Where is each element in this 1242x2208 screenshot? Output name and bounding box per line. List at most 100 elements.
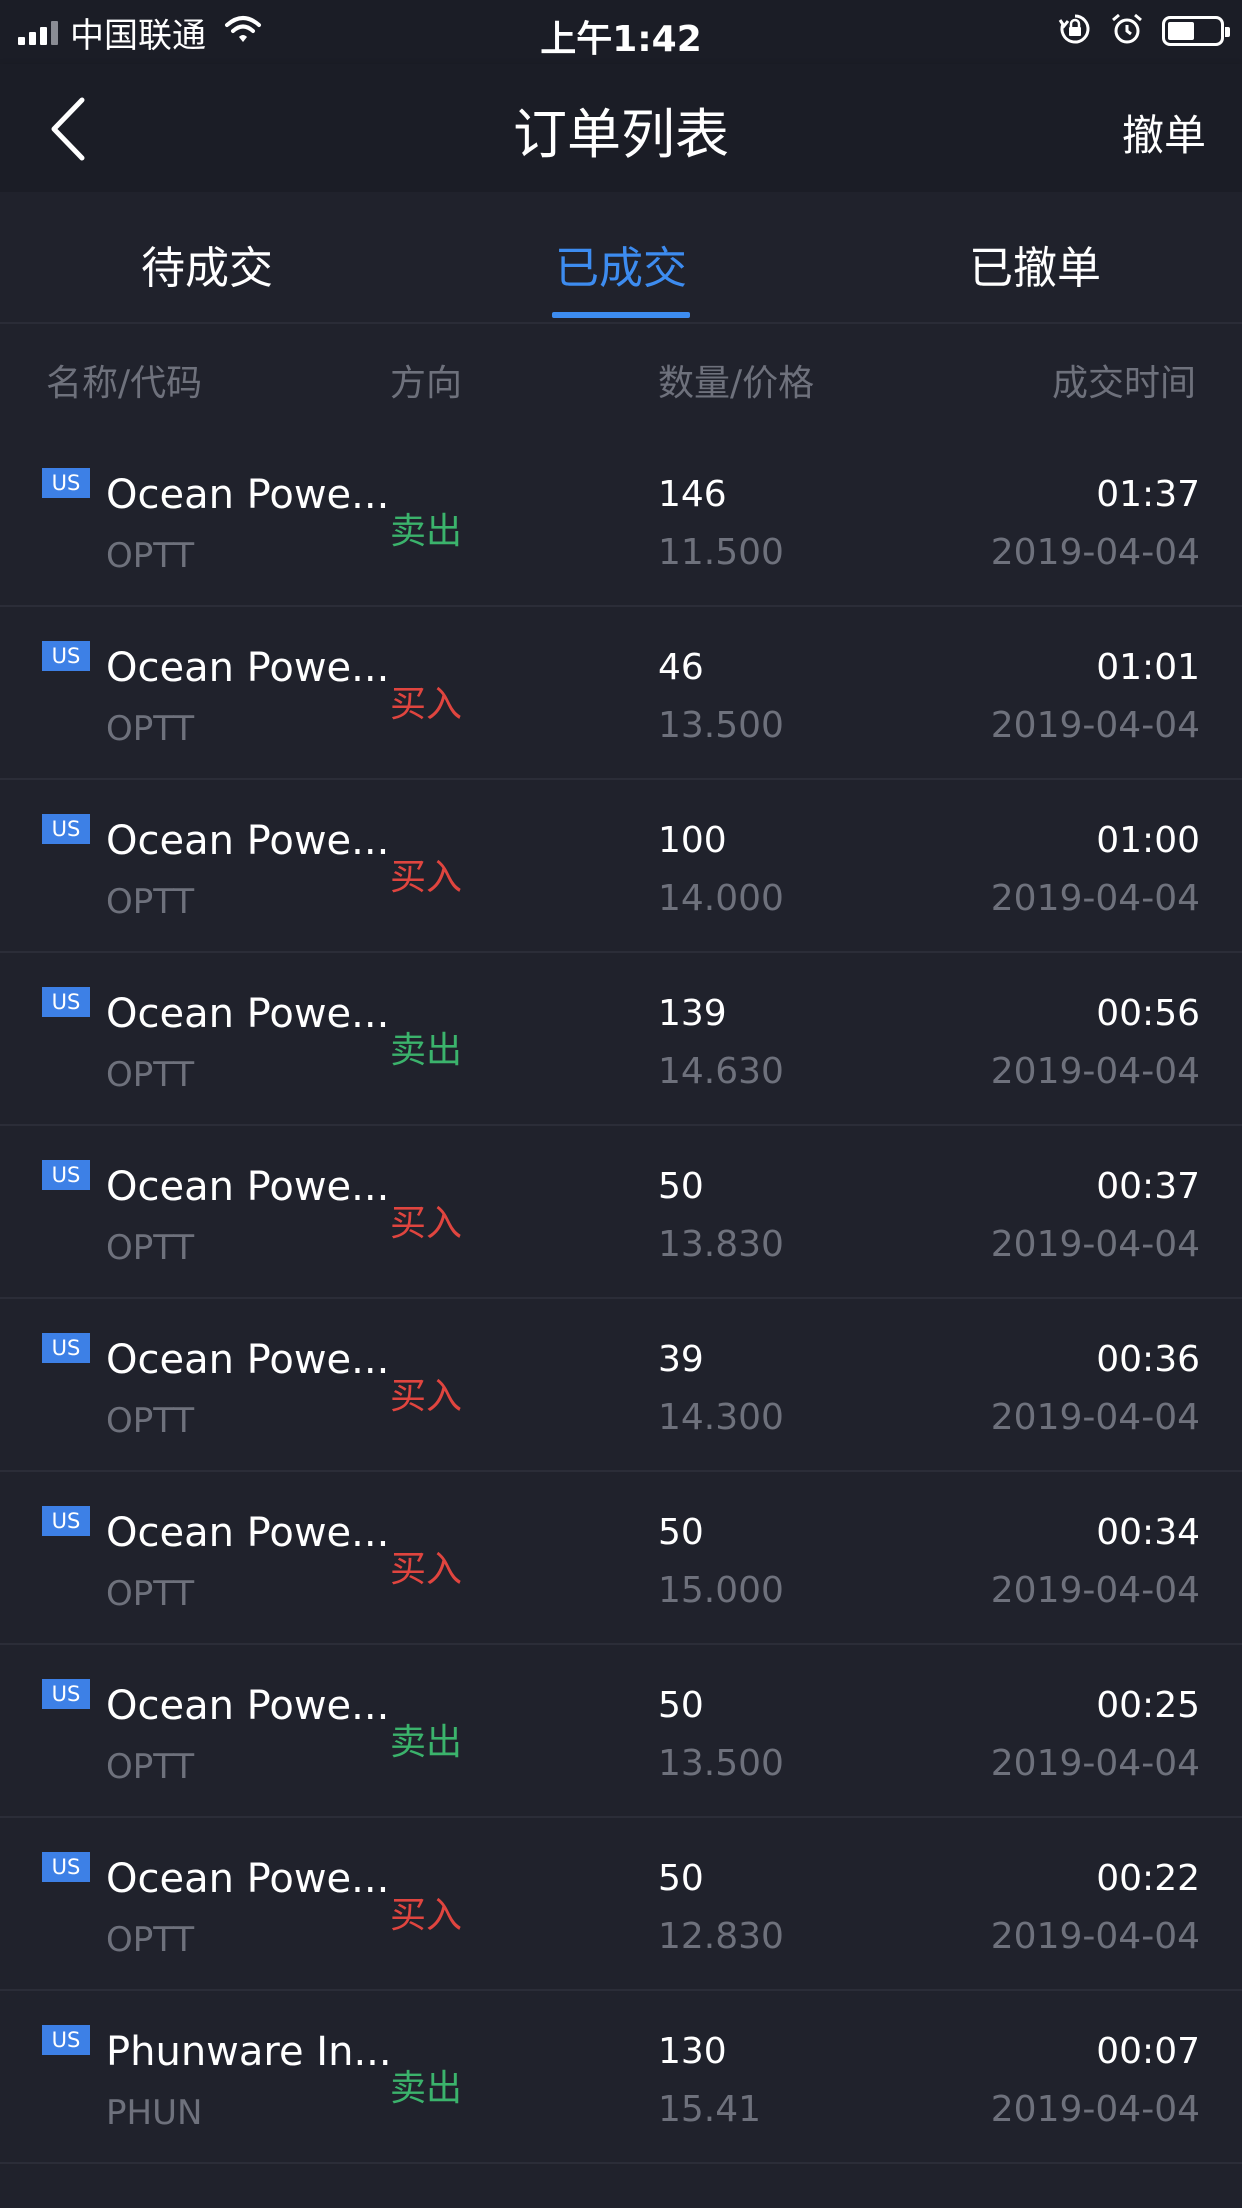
stock-name: Ocean Powe... bbox=[106, 991, 390, 1037]
trade-date: 2019-04-04 bbox=[990, 705, 1200, 746]
table-header: 名称/代码 方向 数量/价格 成交时间 bbox=[0, 324, 1242, 434]
trade-time: 00:07 bbox=[1096, 2031, 1200, 2072]
stock-name: Ocean Powe... bbox=[106, 1510, 390, 1556]
order-list: US Ocean Powe... OPTT 卖出 146 11.500 01:3… bbox=[0, 434, 1242, 2164]
stock-name: Ocean Powe... bbox=[106, 1856, 390, 1902]
trade-quantity: 50 bbox=[658, 1166, 704, 1207]
trade-quantity: 100 bbox=[658, 820, 727, 861]
trade-time: 01:00 bbox=[1096, 820, 1200, 861]
trade-price: 13.830 bbox=[658, 1224, 784, 1265]
trade-time: 01:37 bbox=[1096, 474, 1200, 515]
trade-price: 15.000 bbox=[658, 1570, 784, 1611]
trade-price: 15.41 bbox=[658, 2089, 762, 2130]
trade-time: 00:22 bbox=[1096, 1858, 1200, 1899]
trade-direction: 卖出 bbox=[390, 1030, 463, 1071]
stock-code: OPTT bbox=[106, 1574, 195, 1614]
tab-filled[interactable]: 已成交 bbox=[414, 232, 828, 296]
trade-date: 2019-04-04 bbox=[990, 1916, 1200, 1957]
trade-quantity: 146 bbox=[658, 474, 727, 515]
market-badge: US bbox=[42, 987, 90, 1017]
table-row[interactable]: US Ocean Powe... OPTT 卖出 50 13.500 00:25… bbox=[0, 1645, 1242, 1818]
stock-name: Ocean Powe... bbox=[106, 818, 390, 864]
trade-direction: 买入 bbox=[390, 1549, 463, 1590]
market-badge: US bbox=[42, 1852, 90, 1882]
stock-code: OPTT bbox=[106, 709, 195, 749]
trade-direction: 买入 bbox=[390, 684, 463, 725]
trade-time: 01:01 bbox=[1096, 647, 1200, 688]
trade-date: 2019-04-04 bbox=[990, 1743, 1200, 1784]
trade-time: 00:56 bbox=[1096, 993, 1200, 1034]
header-direction: 方向 bbox=[390, 363, 463, 404]
cancel-order-button[interactable]: 撤单 bbox=[1122, 102, 1206, 163]
trade-quantity: 130 bbox=[658, 2031, 727, 2072]
market-badge: US bbox=[42, 1679, 90, 1709]
table-row[interactable]: US Ocean Powe... OPTT 卖出 146 11.500 01:3… bbox=[0, 434, 1242, 607]
table-row[interactable]: US Phunware In... PHUN 卖出 130 15.41 00:0… bbox=[0, 1991, 1242, 2164]
trade-time: 00:25 bbox=[1096, 1685, 1200, 1726]
table-row[interactable]: US Ocean Powe... OPTT 买入 50 12.830 00:22… bbox=[0, 1818, 1242, 1991]
status-time: 上午1:42 bbox=[540, 19, 702, 60]
trade-price: 14.630 bbox=[658, 1051, 784, 1092]
tab-cancelled[interactable]: 已撤单 bbox=[828, 232, 1242, 296]
table-row[interactable]: US Ocean Powe... OPTT 买入 39 14.300 00:36… bbox=[0, 1299, 1242, 1472]
trade-time: 00:36 bbox=[1096, 1339, 1200, 1380]
trade-direction: 卖出 bbox=[390, 2068, 463, 2109]
trade-price: 14.300 bbox=[658, 1397, 784, 1438]
stock-code: OPTT bbox=[106, 1228, 195, 1268]
stock-name: Ocean Powe... bbox=[106, 472, 390, 518]
tab-pending[interactable]: 待成交 bbox=[0, 232, 414, 296]
stock-code: OPTT bbox=[106, 536, 195, 576]
trade-direction: 买入 bbox=[390, 1895, 463, 1936]
trade-date: 2019-04-04 bbox=[990, 2089, 1200, 2130]
trade-direction: 买入 bbox=[390, 857, 463, 898]
trade-price: 13.500 bbox=[658, 705, 784, 746]
trade-date: 2019-04-04 bbox=[990, 1224, 1200, 1265]
trade-quantity: 50 bbox=[658, 1858, 704, 1899]
trade-quantity: 39 bbox=[658, 1339, 704, 1380]
trade-quantity: 50 bbox=[658, 1512, 704, 1553]
trade-time: 00:37 bbox=[1096, 1166, 1200, 1207]
stock-code: OPTT bbox=[106, 1920, 195, 1960]
trade-date: 2019-04-04 bbox=[990, 1051, 1200, 1092]
trade-date: 2019-04-04 bbox=[990, 1570, 1200, 1611]
trade-direction: 卖出 bbox=[390, 511, 463, 552]
market-badge: US bbox=[42, 1506, 90, 1536]
table-row[interactable]: US Ocean Powe... OPTT 买入 100 14.000 01:0… bbox=[0, 780, 1242, 953]
trade-direction: 买入 bbox=[390, 1203, 463, 1244]
stock-code: OPTT bbox=[106, 882, 195, 922]
market-badge: US bbox=[42, 1160, 90, 1190]
stock-name: Ocean Powe... bbox=[106, 645, 390, 691]
stock-name: Ocean Powe... bbox=[106, 1683, 390, 1729]
market-badge: US bbox=[42, 2025, 90, 2055]
alarm-icon bbox=[1110, 12, 1144, 50]
market-badge: US bbox=[42, 814, 90, 844]
table-row[interactable]: US Ocean Powe... OPTT 买入 50 15.000 00:34… bbox=[0, 1472, 1242, 1645]
status-bar: 中国联通 上午1:42 bbox=[0, 0, 1242, 64]
header-trade-time: 成交时间 bbox=[1051, 363, 1196, 404]
trade-price: 13.500 bbox=[658, 1743, 784, 1784]
trade-quantity: 50 bbox=[658, 1685, 704, 1726]
trade-quantity: 139 bbox=[658, 993, 727, 1034]
stock-code: OPTT bbox=[106, 1055, 195, 1095]
trade-date: 2019-04-04 bbox=[990, 1397, 1200, 1438]
market-badge: US bbox=[42, 1333, 90, 1363]
market-badge: US bbox=[42, 641, 90, 671]
stock-name: Phunware In... bbox=[106, 2029, 392, 2075]
header-name-code: 名称/代码 bbox=[46, 363, 203, 404]
trade-date: 2019-04-04 bbox=[990, 532, 1200, 573]
trade-price: 12.830 bbox=[658, 1916, 784, 1957]
rotation-lock-icon bbox=[1058, 12, 1092, 50]
stock-name: Ocean Powe... bbox=[106, 1337, 390, 1383]
active-tab-indicator bbox=[552, 312, 690, 318]
trade-date: 2019-04-04 bbox=[990, 878, 1200, 919]
nav-bar: 订单列表 撤单 bbox=[0, 64, 1242, 192]
trade-direction: 卖出 bbox=[390, 1722, 463, 1763]
table-row[interactable]: US Ocean Powe... OPTT 买入 46 13.500 01:01… bbox=[0, 607, 1242, 780]
table-row[interactable]: US Ocean Powe... OPTT 买入 50 13.830 00:37… bbox=[0, 1126, 1242, 1299]
trade-price: 11.500 bbox=[658, 532, 784, 573]
header-qty-price: 数量/价格 bbox=[658, 363, 815, 404]
market-badge: US bbox=[42, 468, 90, 498]
stock-code: PHUN bbox=[106, 2093, 203, 2133]
table-row[interactable]: US Ocean Powe... OPTT 卖出 139 14.630 00:5… bbox=[0, 953, 1242, 1126]
trade-direction: 买入 bbox=[390, 1376, 463, 1417]
